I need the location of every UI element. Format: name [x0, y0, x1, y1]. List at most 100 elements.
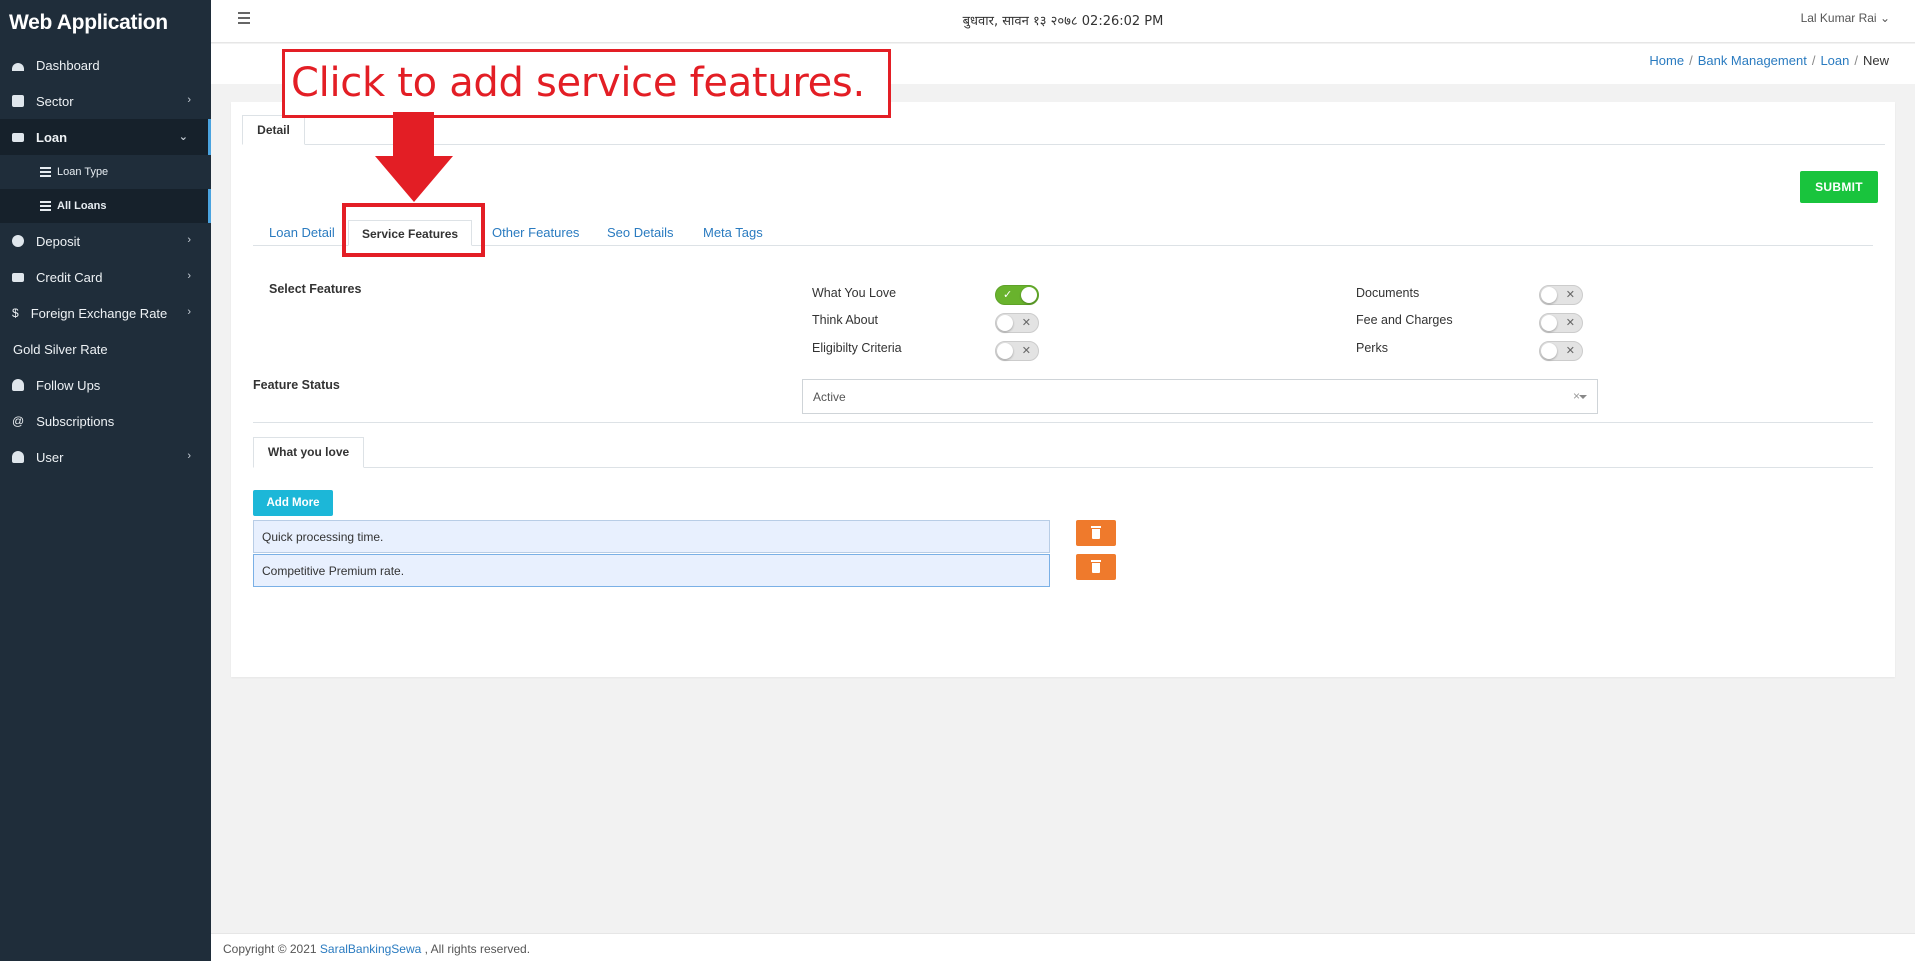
at-icon: @: [12, 414, 25, 428]
user-name: Lal Kumar Rai: [1800, 11, 1877, 25]
tab-meta-tags[interactable]: Meta Tags: [703, 220, 763, 246]
sidebar-item-credit-card[interactable]: Credit Card ›: [0, 259, 211, 295]
delete-button[interactable]: [1076, 554, 1116, 580]
sidebar-item-loan[interactable]: Loan ⌄: [0, 119, 211, 155]
chevron-right-icon: ›: [187, 450, 191, 462]
breadcrumb-current: New: [1862, 53, 1889, 68]
toggle-what-you-love[interactable]: ✓: [995, 285, 1039, 305]
sidebar-subitem-label: Loan Type: [57, 166, 109, 178]
tab-detail[interactable]: Detail: [242, 115, 305, 145]
sidebar-item-label: Subscriptions: [36, 413, 115, 429]
breadcrumb-separator: /: [1689, 53, 1693, 68]
user-menu[interactable]: Lal Kumar Rai ⌄: [1801, 11, 1890, 25]
breadcrumb-loan[interactable]: Loan: [1820, 53, 1849, 68]
caret-down-icon: [1579, 395, 1587, 399]
tab-seo-details[interactable]: Seo Details: [607, 220, 673, 246]
breadcrumb-separator: /: [1811, 53, 1816, 68]
tab-other-features[interactable]: Other Features: [492, 220, 579, 246]
chevron-right-icon: ›: [187, 94, 191, 106]
breadcrumb: Home / Bank Management / Loan / New: [1649, 53, 1889, 68]
breadcrumb-home[interactable]: Home: [1649, 53, 1684, 68]
feature-label-what-you-love: What You Love: [812, 286, 897, 300]
divider: [253, 467, 1873, 468]
feature-item-input[interactable]: Competitive Premium rate.: [253, 554, 1050, 587]
toggle-think-about[interactable]: ✕: [995, 313, 1039, 333]
breadcrumb-bank-management[interactable]: Bank Management: [1698, 53, 1807, 68]
select-features-label: Select Features: [269, 282, 362, 296]
submit-button[interactable]: SUBMIT: [1800, 171, 1878, 203]
users-icon: [12, 451, 24, 463]
sidebar-subitem-all-loans[interactable]: All Loans: [0, 189, 211, 223]
toggle-knob: [1541, 315, 1557, 331]
feature-item-input[interactable]: Quick processing time.: [253, 520, 1050, 553]
sidebar-item-label: Gold Silver Rate: [13, 341, 108, 357]
user-plus-icon: [12, 379, 24, 391]
sidebar-subitem-label: All Loans: [57, 200, 107, 212]
chevron-down-icon: ⌄: [178, 131, 188, 143]
sector-icon: [12, 95, 24, 107]
tab-what-you-love[interactable]: What you love: [253, 437, 364, 468]
toggle-documents[interactable]: ✕: [1539, 285, 1583, 305]
feature-status-select[interactable]: Active ×: [802, 379, 1598, 414]
list-icon: [40, 199, 51, 213]
annotation-highlight: [342, 203, 485, 257]
footer: Copyright © 2021 SaralBankingSewa , All …: [211, 933, 1915, 961]
footer-brand-link[interactable]: SaralBankingSewa: [320, 942, 421, 956]
toggle-knob: [997, 315, 1013, 331]
toggle-knob: [1021, 287, 1037, 303]
dollar-icon: $: [12, 306, 19, 320]
feature-label-think-about: Think About: [812, 313, 879, 327]
toggle-fee-and-charges[interactable]: ✕: [1539, 313, 1583, 333]
chevron-right-icon: ›: [187, 270, 191, 282]
toggle-knob: [997, 343, 1013, 359]
piggy-bank-icon: [12, 235, 24, 247]
toggle-knob: [1541, 343, 1557, 359]
chevron-down-icon: ⌄: [1879, 11, 1890, 25]
chevron-right-icon: ›: [187, 234, 191, 246]
annotation-arrow: [393, 112, 434, 158]
top-bar: बुधवार, सावन १३ २०७८ 02:26:02 PM Lal Kum…: [211, 0, 1915, 43]
toggle-perks[interactable]: ✕: [1539, 341, 1583, 361]
x-icon: ✕: [1021, 317, 1031, 329]
x-icon: ✕: [1021, 345, 1031, 357]
credit-card-icon: [12, 272, 24, 282]
divider: [253, 422, 1873, 423]
toggle-eligibility[interactable]: ✕: [995, 341, 1039, 361]
feature-label-eligibility: Eligibilty Criteria: [812, 341, 902, 355]
credit-card-icon: [12, 132, 24, 142]
sidebar-item-dashboard[interactable]: Dashboard: [0, 47, 211, 83]
divider: [242, 144, 1885, 145]
tab-loan-detail[interactable]: Loan Detail: [269, 220, 335, 246]
sidebar-item-label: Credit Card: [36, 269, 103, 285]
sidebar-item-deposit[interactable]: Deposit ›: [0, 223, 211, 259]
add-more-button[interactable]: Add More: [253, 490, 333, 516]
sidebar-item-label: Sector: [36, 93, 74, 109]
sidebar-subitem-loan-type[interactable]: Loan Type: [0, 155, 211, 189]
footer-rights: , All rights reserved.: [421, 942, 531, 956]
sidebar-item-label: Deposit: [36, 233, 81, 249]
check-icon: ✓: [1003, 289, 1013, 301]
sidebar-item-label: Foreign Exchange Rate: [30, 305, 168, 321]
chevron-right-icon: ›: [187, 306, 191, 318]
sidebar-item-sector[interactable]: Sector ›: [0, 83, 211, 119]
sidebar: Web Application Dashboard Sector › Loan …: [0, 0, 211, 961]
loan-form-card: Detail SUBMIT Loan Detail Service Featur…: [231, 102, 1895, 677]
feature-status-label: Feature Status: [253, 378, 340, 392]
feature-label-perks: Perks: [1356, 341, 1388, 355]
feature-status-value: Active: [813, 390, 846, 404]
delete-button[interactable]: [1076, 520, 1116, 546]
sidebar-item-gold-silver[interactable]: Gold Silver Rate: [0, 331, 211, 367]
breadcrumb-separator: /: [1854, 53, 1858, 68]
sidebar-item-label: Dashboard: [36, 57, 100, 73]
sidebar-item-user[interactable]: User ›: [0, 439, 211, 475]
sidebar-item-label: Follow Ups: [36, 377, 101, 393]
footer-copyright: Copyright © 2021: [223, 942, 320, 956]
trash-icon: [1091, 560, 1101, 573]
sidebar-item-subscriptions[interactable]: @ Subscriptions: [0, 403, 211, 439]
x-icon: ✕: [1565, 317, 1575, 329]
feature-label-fee-and-charges: Fee and Charges: [1356, 313, 1453, 327]
sidebar-item-foreign-exchange[interactable]: $ Foreign Exchange Rate ›: [0, 295, 211, 331]
sidebar-item-label: User: [36, 449, 64, 465]
sidebar-item-follow-ups[interactable]: Follow Ups: [0, 367, 211, 403]
sidebar-item-label: Loan: [36, 129, 68, 145]
